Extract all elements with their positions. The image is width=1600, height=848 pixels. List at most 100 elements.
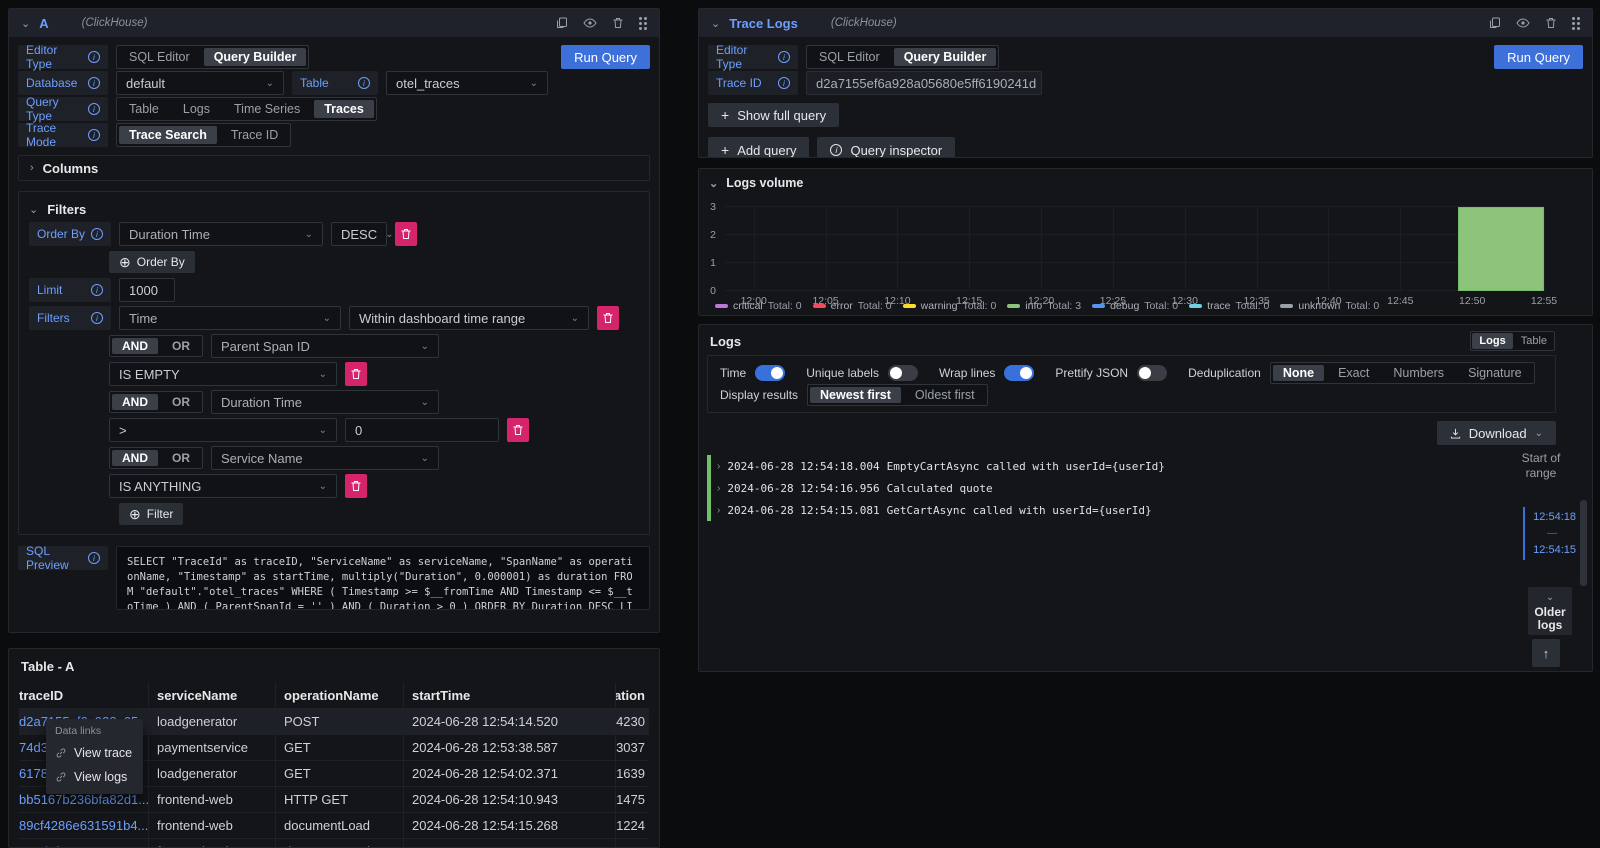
duplicate-icon[interactable] — [1489, 17, 1501, 29]
run-query-button[interactable]: Run Query — [1494, 45, 1583, 69]
info-icon[interactable]: i — [91, 312, 103, 324]
order-by-field-select[interactable]: Duration Time⌄ — [119, 222, 323, 246]
expand-log-icon[interactable]: › — [717, 461, 720, 472]
info-icon[interactable]: i — [88, 129, 100, 141]
query-inspector-button[interactable]: iQuery inspector — [817, 137, 955, 158]
duplicate-icon[interactable] — [556, 17, 568, 29]
show-full-query-button[interactable]: +Show full query — [708, 103, 839, 127]
trace-mode-toggle[interactable]: Trace Search Trace ID — [116, 123, 291, 147]
table-select[interactable]: otel_traces⌄ — [386, 71, 548, 95]
remove-order-by-button[interactable] — [395, 222, 417, 246]
trash-icon[interactable] — [612, 17, 624, 29]
add-query-button[interactable]: +Add query — [708, 137, 809, 158]
eye-icon[interactable] — [1516, 18, 1530, 28]
query-type-toggle[interactable]: Table Logs Time Series Traces — [116, 97, 377, 121]
table-row[interactable]: 9a7daf61941336...frontend-webdocumentLoa… — [19, 838, 649, 848]
legend-item-warning[interactable]: warningTotal: 0 — [903, 300, 997, 312]
filter-field-select[interactable]: Duration Time⌄ — [211, 390, 439, 414]
expand-log-icon[interactable]: › — [717, 483, 720, 494]
editor-type-toggle[interactable]: SQL Editor Query Builder — [116, 45, 309, 69]
column-header-serviceName[interactable]: serviceName — [149, 683, 276, 708]
time-toggle[interactable] — [755, 365, 785, 381]
run-query-button[interactable]: Run Query — [561, 45, 650, 69]
editor-type-toggle[interactable]: SQL Editor Query Builder — [806, 45, 999, 69]
columns-section[interactable]: › Columns — [18, 155, 650, 181]
range-from-time[interactable]: 12:54:18 — [1533, 511, 1576, 523]
deduplication-toggle[interactable]: None Exact Numbers Signature — [1270, 362, 1535, 384]
legend-item-unknown[interactable]: unknownTotal: 0 — [1280, 300, 1379, 312]
order-by-direction-select[interactable]: DESC⌄ — [331, 222, 387, 246]
database-select[interactable]: default⌄ — [116, 71, 284, 95]
filter-field-select[interactable]: Service Name⌄ — [211, 446, 439, 470]
drag-handle-icon[interactable] — [639, 17, 647, 30]
scroll-to-top-button[interactable]: ↑ — [1532, 639, 1560, 667]
expand-log-icon[interactable]: › — [717, 505, 720, 516]
info-icon[interactable]: i — [88, 552, 100, 564]
trace-id-input[interactable]: d2a7155ef6a928a05680e5ff6190241d — [806, 71, 1042, 95]
info-icon[interactable]: i — [778, 77, 790, 89]
unique-labels-toggle[interactable] — [888, 365, 918, 381]
drag-handle-icon[interactable] — [1572, 17, 1580, 30]
download-button[interactable]: Download ⌄ — [1437, 421, 1556, 445]
info-icon[interactable]: i — [88, 103, 100, 115]
filter-time-operator-select[interactable]: Within dashboard time range⌄ — [349, 306, 589, 330]
logs-scrollbar[interactable] — [1580, 500, 1587, 586]
logs-volume-title[interactable]: ⌄ Logs volume — [709, 176, 803, 190]
remove-filter-button[interactable] — [345, 474, 367, 498]
column-header-startTime[interactable]: startTime — [404, 683, 616, 708]
limit-input[interactable]: 1000 — [119, 278, 175, 302]
filters-section-header[interactable]: ⌄ Filters — [29, 200, 639, 218]
older-logs-button[interactable]: ⌄ Older logs — [1528, 587, 1572, 635]
legend-item-debug[interactable]: debugTotal: 0 — [1092, 300, 1178, 312]
cell-traceID[interactable]: 9a7daf61941336... — [19, 839, 149, 848]
cell-traceID[interactable]: 89cf4286e631591b4... — [19, 813, 149, 838]
filter-operator-select[interactable]: >⌄ — [109, 418, 337, 442]
add-query-button[interactable]: +Add query — [18, 632, 119, 633]
trace-logs-title[interactable]: Trace Logs — [729, 16, 798, 31]
filter-operator-select[interactable]: IS EMPTY⌄ — [109, 362, 337, 386]
remove-filter-button[interactable] — [345, 362, 367, 386]
panel-collapse-icon[interactable]: ⌄ — [21, 17, 30, 30]
legend-item-error[interactable]: errorTotal: 0 — [813, 300, 892, 312]
display-results-toggle[interactable]: Newest first Oldest first — [807, 384, 988, 406]
view-logs-menu-item[interactable]: View logs — [46, 765, 143, 789]
bool-operator-toggle[interactable]: AND OR — [109, 335, 203, 357]
panel-a-title[interactable]: A — [39, 16, 48, 31]
range-to-time[interactable]: 12:54:15 — [1533, 544, 1576, 556]
filter-field-select[interactable]: Parent Span ID⌄ — [211, 334, 439, 358]
logs-view-toggle[interactable]: Logs Table — [1470, 331, 1555, 351]
bool-operator-toggle[interactable]: AND OR — [109, 391, 203, 413]
table-row[interactable]: 89cf4286e631591b4...frontend-webdocument… — [19, 812, 649, 838]
wrap-lines-toggle[interactable] — [1004, 365, 1034, 381]
info-icon[interactable]: i — [91, 284, 103, 296]
log-line[interactable]: ›2024-06-28 12:54:15.081GetCartAsync cal… — [707, 499, 1512, 521]
filter-time-field-select[interactable]: Time⌄ — [119, 306, 341, 330]
filter-value-input[interactable]: 0 — [345, 418, 499, 442]
log-line[interactable]: ›2024-06-28 12:54:18.004EmptyCartAsync c… — [707, 455, 1512, 477]
legend-item-info[interactable]: infoTotal: 3 — [1007, 300, 1081, 312]
add-order-by-button[interactable]: ⊕Order By — [109, 251, 195, 273]
bool-operator-toggle[interactable]: AND OR — [109, 447, 203, 469]
info-icon[interactable]: i — [88, 77, 100, 89]
query-inspector-button[interactable]: iQuery inspector — [127, 632, 265, 633]
info-icon[interactable]: i — [778, 51, 790, 63]
legend-item-critical[interactable]: criticalTotal: 0 — [715, 300, 802, 312]
trash-icon[interactable] — [1545, 17, 1557, 29]
info-icon[interactable]: i — [91, 228, 103, 240]
legend-item-trace[interactable]: traceTotal: 0 — [1189, 300, 1269, 312]
eye-icon[interactable] — [583, 18, 597, 28]
info-icon[interactable]: i — [358, 77, 370, 89]
column-header-duration[interactable]: duration — [616, 683, 649, 708]
remove-filter-button[interactable] — [597, 306, 619, 330]
info-icon[interactable]: i — [88, 51, 100, 63]
column-header-traceID[interactable]: traceID — [19, 683, 149, 708]
log-line[interactable]: ›2024-06-28 12:54:16.956Calculated quote — [707, 477, 1512, 499]
prettify-json-toggle[interactable] — [1137, 365, 1167, 381]
column-header-operationName[interactable]: operationName — [276, 683, 404, 708]
bar-info[interactable] — [1458, 207, 1544, 291]
remove-filter-button[interactable] — [507, 418, 529, 442]
panel-collapse-icon[interactable]: ⌄ — [711, 17, 720, 30]
filter-operator-select[interactable]: IS ANYTHING⌄ — [109, 474, 337, 498]
add-filter-button[interactable]: ⊕Filter — [119, 503, 183, 525]
view-trace-menu-item[interactable]: View trace — [46, 741, 143, 765]
